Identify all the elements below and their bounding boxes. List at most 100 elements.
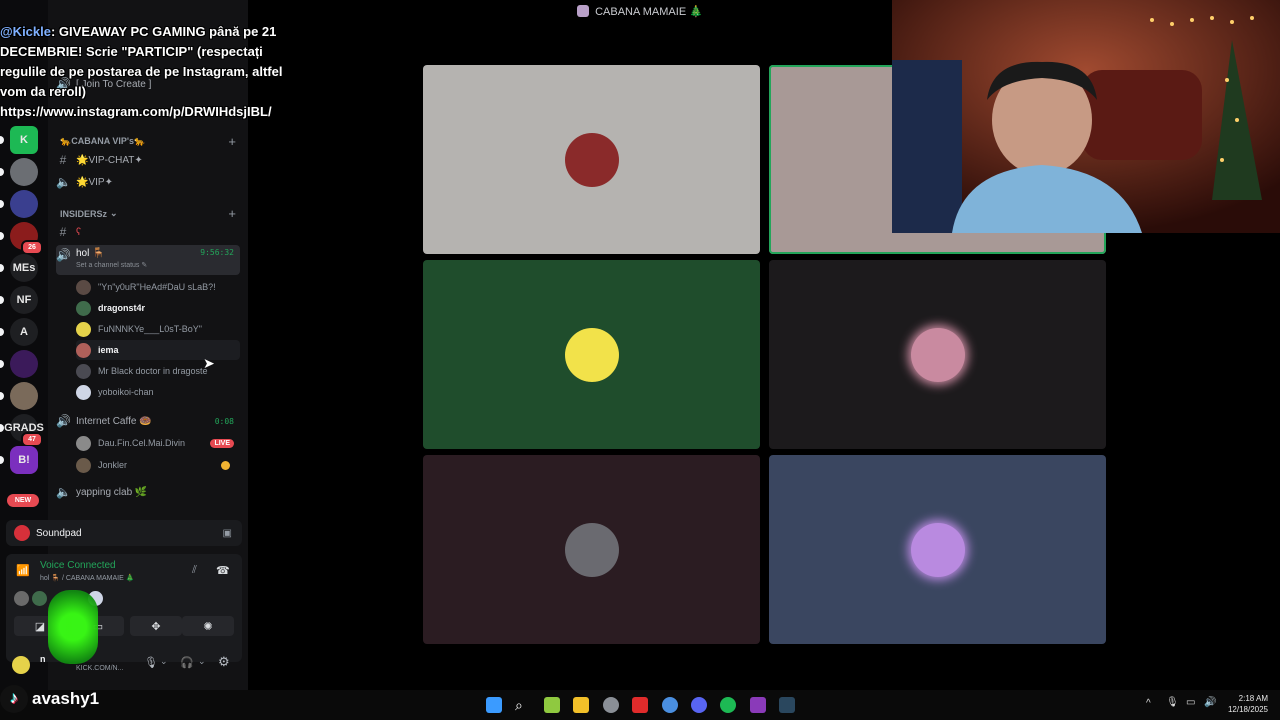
soundboard-button[interactable]: ✺ — [182, 616, 234, 636]
participant-tile[interactable] — [423, 455, 760, 644]
server-icon[interactable]: B! — [10, 446, 38, 474]
video-player-icon[interactable] — [632, 697, 648, 713]
category-insiders[interactable]: INSIDERSz ⌄ + — [60, 206, 236, 221]
mouse-cursor-icon: ➤ — [203, 355, 215, 371]
unread-indicator — [0, 296, 4, 304]
member-name: iema — [98, 345, 119, 355]
voice-status[interactable]: Voice Connected — [40, 560, 116, 571]
channel-insiders-text[interactable]: # ʕ — [56, 222, 240, 242]
participant-avatar — [910, 327, 965, 382]
announcement-link[interactable]: https://www.instagram.com/p/DRWIHdsjIBL/ — [0, 104, 272, 119]
speaker-icon: 🔈 — [56, 485, 71, 499]
voice-member[interactable]: dragonst4r — [76, 298, 240, 318]
chevron-down-icon[interactable]: ⌄ — [198, 656, 206, 667]
participant-tile[interactable] — [769, 455, 1106, 644]
spotify-icon[interactable] — [720, 697, 736, 713]
app-icon[interactable] — [750, 697, 766, 713]
chevron-down-icon: ⌄ — [110, 208, 118, 218]
chevron-down-icon[interactable]: ⌄ — [160, 656, 168, 667]
channel-label: 🌟VIP-CHAT✦ — [76, 154, 143, 166]
text-channel-icon: # — [59, 225, 67, 239]
server-icon[interactable]: NF — [10, 286, 38, 314]
gear-icon[interactable]: ⚙ — [218, 654, 230, 670]
unread-indicator — [0, 328, 4, 336]
avatar — [76, 279, 91, 295]
server-icon[interactable] — [10, 190, 38, 218]
set-status-link[interactable]: Set a channel status ✎ — [76, 261, 147, 269]
announcement-overlay: @Kickle: GIVEAWAY PC GAMING până pe 21 D… — [0, 22, 290, 122]
channel-timer: 9:56:32 — [200, 248, 234, 257]
voice-member[interactable]: Jonkler — [76, 455, 240, 475]
activity-label: Soundpad — [36, 527, 82, 539]
channel-internet-caffe[interactable]: 🔊 Internet Caffe 🍩 0:08 — [56, 411, 240, 431]
clock[interactable]: 2:18 AM 12/18/2025 — [1228, 693, 1268, 715]
channel-hol-active[interactable]: 🔊 hol 🪑 9:56:32 Set a channel status ✎ — [56, 245, 240, 275]
avatar[interactable] — [12, 656, 30, 674]
unread-indicator — [0, 360, 4, 368]
add-channel-icon[interactable]: + — [228, 134, 236, 149]
category-vip[interactable]: 🐆CABANA VIP's🐆 + — [60, 134, 236, 149]
channel-label: hol 🪑 — [76, 248, 105, 259]
member-name: "Yn"y0uR"HeAd#DaU sLaB?! — [98, 282, 216, 292]
unread-indicator — [0, 392, 4, 400]
clock-time: 2:18 AM — [1238, 694, 1268, 703]
tiktok-overlay: ♪ avashy1 — [0, 682, 99, 716]
participant-tile[interactable] — [423, 65, 760, 254]
obs-icon[interactable] — [603, 697, 619, 713]
activity-icon — [221, 460, 230, 470]
network-icon[interactable]: ▭ — [1186, 697, 1195, 708]
avatar — [76, 384, 91, 400]
voice-member[interactable]: iema — [76, 340, 240, 360]
channel-vip-voice[interactable]: 🔈 🌟VIP✦ — [56, 172, 240, 192]
participant-tile[interactable] — [423, 260, 760, 449]
headphones-icon[interactable]: 🎧 — [180, 656, 194, 669]
voice-member[interactable]: Mr Black doctor in dragoste — [76, 361, 240, 381]
server-icon[interactable]: A — [10, 318, 38, 346]
start-icon[interactable] — [486, 697, 502, 713]
browser-icon[interactable] — [662, 697, 678, 713]
speaker-icon: 🔊 — [56, 414, 71, 428]
discord-icon[interactable] — [691, 697, 707, 713]
category-label: 🐆CABANA VIP's🐆 — [60, 136, 146, 146]
voice-member[interactable]: FuNNNKYe___L0sT-BoY" — [76, 319, 240, 339]
voice-member[interactable]: yoboikoi-chan — [76, 382, 240, 402]
soundpad-activity[interactable]: Soundpad ▣ — [6, 520, 242, 546]
disconnect-icon[interactable]: ☎ — [216, 564, 230, 577]
server-icon[interactable] — [10, 350, 38, 378]
signal-icon: 📶 — [16, 565, 30, 577]
channel-yapping-clab[interactable]: 🔈 yapping clab 🌿 — [56, 482, 240, 502]
server-icon[interactable] — [10, 382, 38, 410]
server-icon[interactable] — [10, 158, 38, 186]
username[interactable]: n — [40, 654, 46, 664]
unread-indicator — [0, 136, 4, 144]
server-icon[interactable]: MEs — [10, 254, 38, 282]
live-badge: LIVE — [210, 438, 234, 448]
steam-icon[interactable] — [779, 697, 795, 713]
voice-channel-path[interactable]: hol 🪑 / CABANA MAMAIE 🎄 — [40, 574, 134, 582]
volume-icon[interactable]: 🔊 — [1204, 697, 1216, 708]
member-name: FuNNNKYe___L0sT-BoY" — [98, 324, 202, 334]
tray-chevron-icon[interactable]: ^ — [1146, 698, 1151, 709]
participant-avatar — [910, 522, 965, 577]
tiktok-icon: ♪ — [0, 685, 28, 713]
channel-timer: 0:08 — [214, 416, 234, 426]
add-channel-icon[interactable]: + — [228, 206, 236, 221]
file-explorer-icon[interactable] — [573, 697, 589, 713]
voice-member[interactable]: Dau.Fin.Cel.Mai.Divin LIVE — [76, 433, 240, 453]
notepad-icon[interactable] — [544, 697, 560, 713]
microphone-tray-icon[interactable]: 🎙 — [1166, 697, 1179, 708]
taskbar: ⌕ ^ 🎙 ▭ 🔊 2:18 AM 12/18/2025 — [0, 690, 1280, 720]
activities-button[interactable]: ✥ — [130, 616, 182, 636]
screen-icon[interactable]: ▣ — [223, 528, 232, 539]
participant-tile[interactable] — [769, 260, 1106, 449]
noise-suppression-icon[interactable]: ⫽ — [192, 564, 197, 577]
search-icon[interactable]: ⌕ — [515, 697, 531, 713]
category-label: INSIDERSz — [60, 208, 108, 219]
server-icon[interactable]: K — [10, 126, 38, 154]
voice-connection-panel: 📶 Voice Connected hol 🪑 / CABANA MAMAIE … — [6, 554, 242, 662]
mention-badge: 47 — [21, 432, 43, 447]
microphone-icon[interactable]: 🎙 — [144, 656, 158, 669]
channel-vip-chat[interactable]: # 🌟VIP-CHAT✦ — [56, 150, 240, 170]
voice-member[interactable]: "Yn"y0uR"HeAd#DaU sLaB?! — [76, 277, 240, 297]
avatar — [76, 300, 91, 316]
